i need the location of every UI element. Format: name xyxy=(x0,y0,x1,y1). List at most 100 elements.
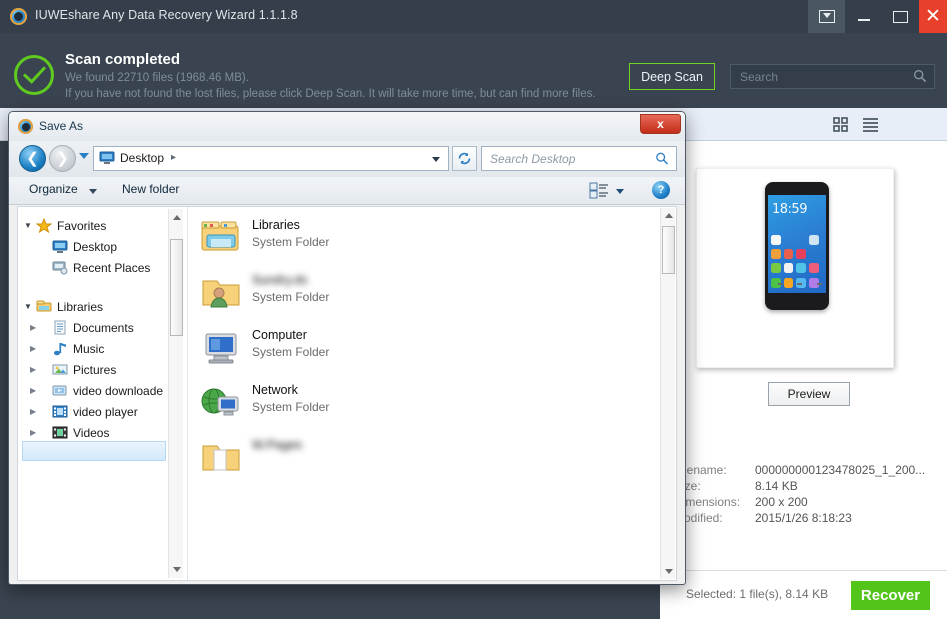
detail-value-dimensions: 200 x 200 xyxy=(755,495,808,509)
dialog-command-bar: Organize New folder ? xyxy=(9,177,685,205)
dialog-body: ▼ Favorites Desktop Recent Places ▼ Libraries… xyxy=(17,206,677,581)
sidebar-item-label: Recent Places xyxy=(73,261,150,275)
scroll-up-icon[interactable] xyxy=(665,213,673,218)
dialog-titlebar: Save As x xyxy=(9,112,685,141)
libraries-icon xyxy=(36,299,57,314)
pictures-icon xyxy=(52,362,73,377)
sidebar-item-label: Videos xyxy=(73,426,109,440)
video-folder-icon xyxy=(52,383,73,398)
sidebar-item-video-downloade[interactable]: ▶video downloade xyxy=(18,380,168,401)
file-list-scrollbar[interactable] xyxy=(660,208,675,579)
help-glyph: ? xyxy=(658,184,665,196)
file-list-pane: LibrariesSystem FolderSundry.dsSystem Fo… xyxy=(187,207,676,580)
expander-open-icon[interactable]: ▼ xyxy=(24,221,36,230)
app-search-input[interactable]: Search xyxy=(730,64,935,89)
list-item-name: Sundry.ds xyxy=(252,273,307,287)
recent-places-icon xyxy=(52,260,73,275)
phone-statusbar xyxy=(768,195,826,200)
scroll-down-icon[interactable] xyxy=(173,567,181,572)
expander-open-icon[interactable]: ▼ xyxy=(24,302,36,311)
deep-scan-button[interactable]: Deep Scan xyxy=(629,63,715,90)
expander-closed-icon[interactable]: ▶ xyxy=(30,407,42,416)
sidebar-item-desktop[interactable]: Desktop xyxy=(18,236,168,257)
help-icon[interactable]: ? xyxy=(652,181,670,199)
sidebar-item-videos[interactable]: ▶ Videos xyxy=(18,422,168,443)
history-dropdown-icon[interactable] xyxy=(79,153,89,159)
refresh-icon[interactable] xyxy=(452,146,477,171)
expander-closed-icon[interactable]: ▶ xyxy=(30,428,42,437)
recover-button[interactable]: Recover xyxy=(851,581,930,610)
address-bar[interactable]: Desktop ▸ xyxy=(93,146,449,171)
detail-value-modified: 2015/1/26 8:18:23 xyxy=(755,511,852,525)
list-item-name: Libraries xyxy=(252,218,300,232)
sidebar-item-music[interactable]: ▶ Music xyxy=(18,338,168,359)
list-item[interactable]: Computer System Folder xyxy=(200,323,620,379)
list-item-name: Network xyxy=(252,383,298,397)
dropdown-menu-icon[interactable] xyxy=(808,0,845,33)
sidebar-item-label: Desktop xyxy=(73,240,117,254)
expander-closed-icon[interactable]: ▶ xyxy=(30,365,42,374)
list-item[interactable]: Sundry.dsSystem Folder xyxy=(200,268,620,324)
close-icon[interactable]: ✕ xyxy=(919,0,947,33)
navigation-pane: ▼ Favorites Desktop Recent Places ▼ Libraries… xyxy=(18,207,186,580)
list-item[interactable]: Libraries System Folder xyxy=(200,213,620,269)
tree-selection-highlight xyxy=(22,441,166,461)
back-arrow-icon[interactable]: ❮ xyxy=(19,145,46,172)
view-mode-icon[interactable] xyxy=(589,182,609,199)
dialog-close-icon: x xyxy=(657,117,664,131)
expander-closed-icon[interactable]: ▶ xyxy=(30,386,42,395)
sidebar-item-recent-places[interactable]: Recent Places xyxy=(18,257,168,278)
phone-nav-bar xyxy=(771,279,826,289)
star-icon xyxy=(36,218,57,233)
selection-summary: Selected: 1 file(s), 8.14 KB xyxy=(686,587,828,601)
new-folder-button[interactable]: New folder xyxy=(122,182,179,196)
maximize-icon[interactable] xyxy=(882,0,919,33)
grid-view-icon[interactable] xyxy=(831,114,853,134)
expander-closed-icon[interactable]: ▶ xyxy=(30,344,42,353)
address-dropdown-icon[interactable] xyxy=(432,157,440,162)
save-as-dialog: Save As x ❮ ❯ Desktop ▸ xyxy=(8,111,686,585)
detail-value-size: 8.14 KB xyxy=(755,479,798,493)
organize-button[interactable]: Organize xyxy=(29,182,78,196)
preview-button[interactable]: Preview xyxy=(768,382,850,406)
chevron-down-icon[interactable] xyxy=(89,189,97,194)
scrollbar-thumb[interactable] xyxy=(170,239,183,336)
sidebar-item-label: Libraries xyxy=(57,300,103,314)
app-logo-icon xyxy=(10,8,27,25)
sidebar-item-label: Music xyxy=(73,342,104,356)
dialog-search-input[interactable]: Search Desktop xyxy=(481,146,677,171)
list-item-subtitle: System Folder xyxy=(252,235,329,249)
list-item[interactable]: W.Pages xyxy=(200,433,620,489)
sidebar-item-label: video player xyxy=(73,405,138,419)
list-item-name: W.Pages xyxy=(252,438,302,452)
music-icon xyxy=(52,341,73,356)
dialog-close-button[interactable]: x xyxy=(640,114,681,134)
phone-clock: 18:59 xyxy=(772,202,807,217)
nav-pane-scrollbar[interactable] xyxy=(168,209,183,578)
dialog-search-placeholder: Search Desktop xyxy=(490,152,575,166)
preview-photo-card: 18:59 xyxy=(696,168,894,368)
breadcrumb-desktop[interactable]: Desktop xyxy=(120,151,164,165)
sidebar-item-video-player[interactable]: ▶ video player xyxy=(18,401,168,422)
list-view-icon[interactable] xyxy=(860,114,882,134)
sidebar-item-documents[interactable]: ▶ Documents xyxy=(18,317,168,338)
sidebar-item-favorites[interactable]: ▼ Favorites xyxy=(18,215,168,236)
scroll-up-icon[interactable] xyxy=(173,215,181,220)
minimize-icon[interactable] xyxy=(845,0,882,33)
file-preview-panel: 18:59 xyxy=(660,142,947,570)
expander-closed-icon[interactable]: ▶ xyxy=(30,323,42,332)
sidebar-item-libraries[interactable]: ▼ Libraries xyxy=(18,296,168,317)
scroll-down-icon[interactable] xyxy=(665,569,673,574)
forward-arrow-icon[interactable]: ❯ xyxy=(49,145,76,172)
desktop-icon xyxy=(99,151,115,165)
sidebar-item-pictures[interactable]: ▶Pictures xyxy=(18,359,168,380)
sidebar-item-label: Documents xyxy=(73,321,134,335)
list-item-name: Computer xyxy=(252,328,307,342)
sidebar-item-label: Favorites xyxy=(57,219,106,233)
chevron-down-icon[interactable] xyxy=(616,189,624,194)
list-item[interactable]: NetworkSystem Folder xyxy=(200,378,620,434)
list-item-subtitle: System Folder xyxy=(252,345,329,359)
scrollbar-thumb[interactable] xyxy=(662,226,675,274)
app-bottom-bar: Selected: 1 file(s), 8.14 KB Recover xyxy=(660,570,947,619)
phone-app-row xyxy=(771,263,823,273)
